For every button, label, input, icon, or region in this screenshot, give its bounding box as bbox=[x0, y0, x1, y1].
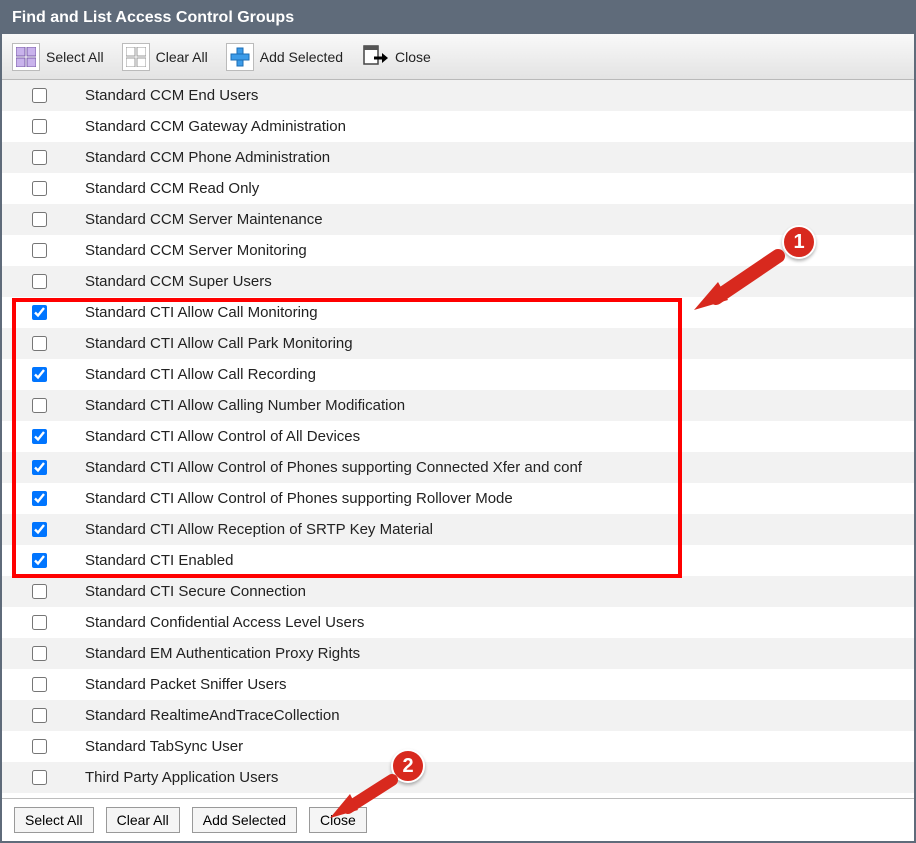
window-titlebar: Find and List Access Control Groups bbox=[2, 2, 914, 34]
plus-icon bbox=[226, 43, 254, 71]
close-label: Close bbox=[395, 49, 431, 65]
clear-all-label: Clear All bbox=[156, 49, 208, 65]
list-row: Standard CTI Allow Calling Number Modifi… bbox=[2, 390, 914, 421]
footer-clear-all-button[interactable]: Clear All bbox=[106, 807, 180, 833]
list-row: Standard CCM Server Monitoring bbox=[2, 235, 914, 266]
close-icon bbox=[361, 43, 389, 71]
row-checkbox[interactable] bbox=[32, 429, 47, 444]
row-label: Standard CTI Allow Call Park Monitoring bbox=[85, 335, 353, 352]
row-checkbox[interactable] bbox=[32, 398, 47, 413]
list-row: Standard CTI Allow Call Recording bbox=[2, 359, 914, 390]
footer-buttons: Select All Clear All Add Selected Close bbox=[2, 798, 914, 841]
row-label: Standard Confidential Access Level Users bbox=[85, 614, 364, 631]
list-row: Third Party Application Users bbox=[2, 762, 914, 793]
row-checkbox[interactable] bbox=[32, 212, 47, 227]
row-label: Standard CTI Allow Control of Phones sup… bbox=[85, 459, 582, 476]
grid-selected-icon bbox=[12, 43, 40, 71]
row-label: Standard CTI Allow Control of All Device… bbox=[85, 428, 360, 445]
row-checkbox[interactable] bbox=[32, 460, 47, 475]
clear-all-button[interactable]: Clear All bbox=[118, 39, 218, 75]
row-label: Standard CTI Allow Calling Number Modifi… bbox=[85, 397, 405, 414]
list-row: Standard CTI Allow Control of All Device… bbox=[2, 421, 914, 452]
groups-list[interactable]: Standard CCM End Users Standard CCM Gatew… bbox=[2, 80, 914, 798]
row-checkbox[interactable] bbox=[32, 615, 47, 630]
row-checkbox[interactable] bbox=[32, 708, 47, 723]
row-checkbox[interactable] bbox=[32, 491, 47, 506]
row-checkbox[interactable] bbox=[32, 739, 47, 754]
row-checkbox[interactable] bbox=[32, 150, 47, 165]
list-row: Standard Confidential Access Level Users bbox=[2, 607, 914, 638]
row-label: Standard CCM Server Monitoring bbox=[85, 242, 307, 259]
row-checkbox[interactable] bbox=[32, 181, 47, 196]
row-checkbox[interactable] bbox=[32, 677, 47, 692]
list-row: Standard CCM Gateway Administration bbox=[2, 111, 914, 142]
select-all-label: Select All bbox=[46, 49, 104, 65]
list-row: Standard CCM Phone Administration bbox=[2, 142, 914, 173]
list-row: Standard EM Authentication Proxy Rights bbox=[2, 638, 914, 669]
row-label: Standard Packet Sniffer Users bbox=[85, 676, 287, 693]
grid-clear-icon bbox=[122, 43, 150, 71]
select-all-button[interactable]: Select All bbox=[8, 39, 114, 75]
row-label: Standard CCM Read Only bbox=[85, 180, 259, 197]
list-row: Standard CCM Server Maintenance bbox=[2, 204, 914, 235]
list-row: Standard RealtimeAndTraceCollection bbox=[2, 700, 914, 731]
list-row: Standard CTI Allow Call Monitoring bbox=[2, 297, 914, 328]
row-label: Standard CTI Allow Call Recording bbox=[85, 366, 316, 383]
row-checkbox[interactable] bbox=[32, 336, 47, 351]
row-checkbox[interactable] bbox=[32, 584, 47, 599]
list-row: Standard CCM End Users bbox=[2, 80, 914, 111]
row-label: Standard RealtimeAndTraceCollection bbox=[85, 707, 340, 724]
list-row: Standard CCM Read Only bbox=[2, 173, 914, 204]
row-checkbox[interactable] bbox=[32, 305, 47, 320]
row-label: Standard CCM End Users bbox=[85, 87, 258, 104]
list-row: Standard CCM Super Users bbox=[2, 266, 914, 297]
row-checkbox[interactable] bbox=[32, 119, 47, 134]
row-label: Standard CCM Gateway Administration bbox=[85, 118, 346, 135]
row-checkbox[interactable] bbox=[32, 522, 47, 537]
row-label: Standard CTI Allow Control of Phones sup… bbox=[85, 490, 513, 507]
row-label: Standard EM Authentication Proxy Rights bbox=[85, 645, 360, 662]
row-checkbox[interactable] bbox=[32, 770, 47, 785]
footer-close-button[interactable]: Close bbox=[309, 807, 367, 833]
footer-add-selected-button[interactable]: Add Selected bbox=[192, 807, 297, 833]
row-label: Standard TabSync User bbox=[85, 738, 243, 755]
row-label: Standard CCM Phone Administration bbox=[85, 149, 330, 166]
list-row: Standard TabSync User bbox=[2, 731, 914, 762]
row-checkbox[interactable] bbox=[32, 243, 47, 258]
row-label: Third Party Application Users bbox=[85, 769, 278, 786]
row-label: Standard CTI Secure Connection bbox=[85, 583, 306, 600]
row-checkbox[interactable] bbox=[32, 88, 47, 103]
row-checkbox[interactable] bbox=[32, 367, 47, 382]
list-row: Standard CTI Allow Control of Phones sup… bbox=[2, 483, 914, 514]
row-checkbox[interactable] bbox=[32, 553, 47, 568]
list-row: Standard Packet Sniffer Users bbox=[2, 669, 914, 700]
list-row: Standard CTI Allow Call Park Monitoring bbox=[2, 328, 914, 359]
list-row: Standard CTI Enabled bbox=[2, 545, 914, 576]
row-label: Standard CTI Allow Reception of SRTP Key… bbox=[85, 521, 433, 538]
window-title: Find and List Access Control Groups bbox=[12, 9, 294, 27]
footer-select-all-button[interactable]: Select All bbox=[14, 807, 94, 833]
row-checkbox[interactable] bbox=[32, 274, 47, 289]
row-label: Standard CTI Allow Call Monitoring bbox=[85, 304, 318, 321]
toolbar: Select All Clear All Add Selected bbox=[2, 34, 914, 80]
add-selected-button[interactable]: Add Selected bbox=[222, 39, 353, 75]
list-row: Standard CTI Allow Control of Phones sup… bbox=[2, 452, 914, 483]
list-row: Standard CTI Secure Connection bbox=[2, 576, 914, 607]
list-row: Standard CTI Allow Reception of SRTP Key… bbox=[2, 514, 914, 545]
row-checkbox[interactable] bbox=[32, 646, 47, 661]
close-button[interactable]: Close bbox=[357, 39, 441, 75]
row-label: Standard CCM Super Users bbox=[85, 273, 272, 290]
add-selected-label: Add Selected bbox=[260, 49, 343, 65]
row-label: Standard CCM Server Maintenance bbox=[85, 211, 323, 228]
row-label: Standard CTI Enabled bbox=[85, 552, 233, 569]
